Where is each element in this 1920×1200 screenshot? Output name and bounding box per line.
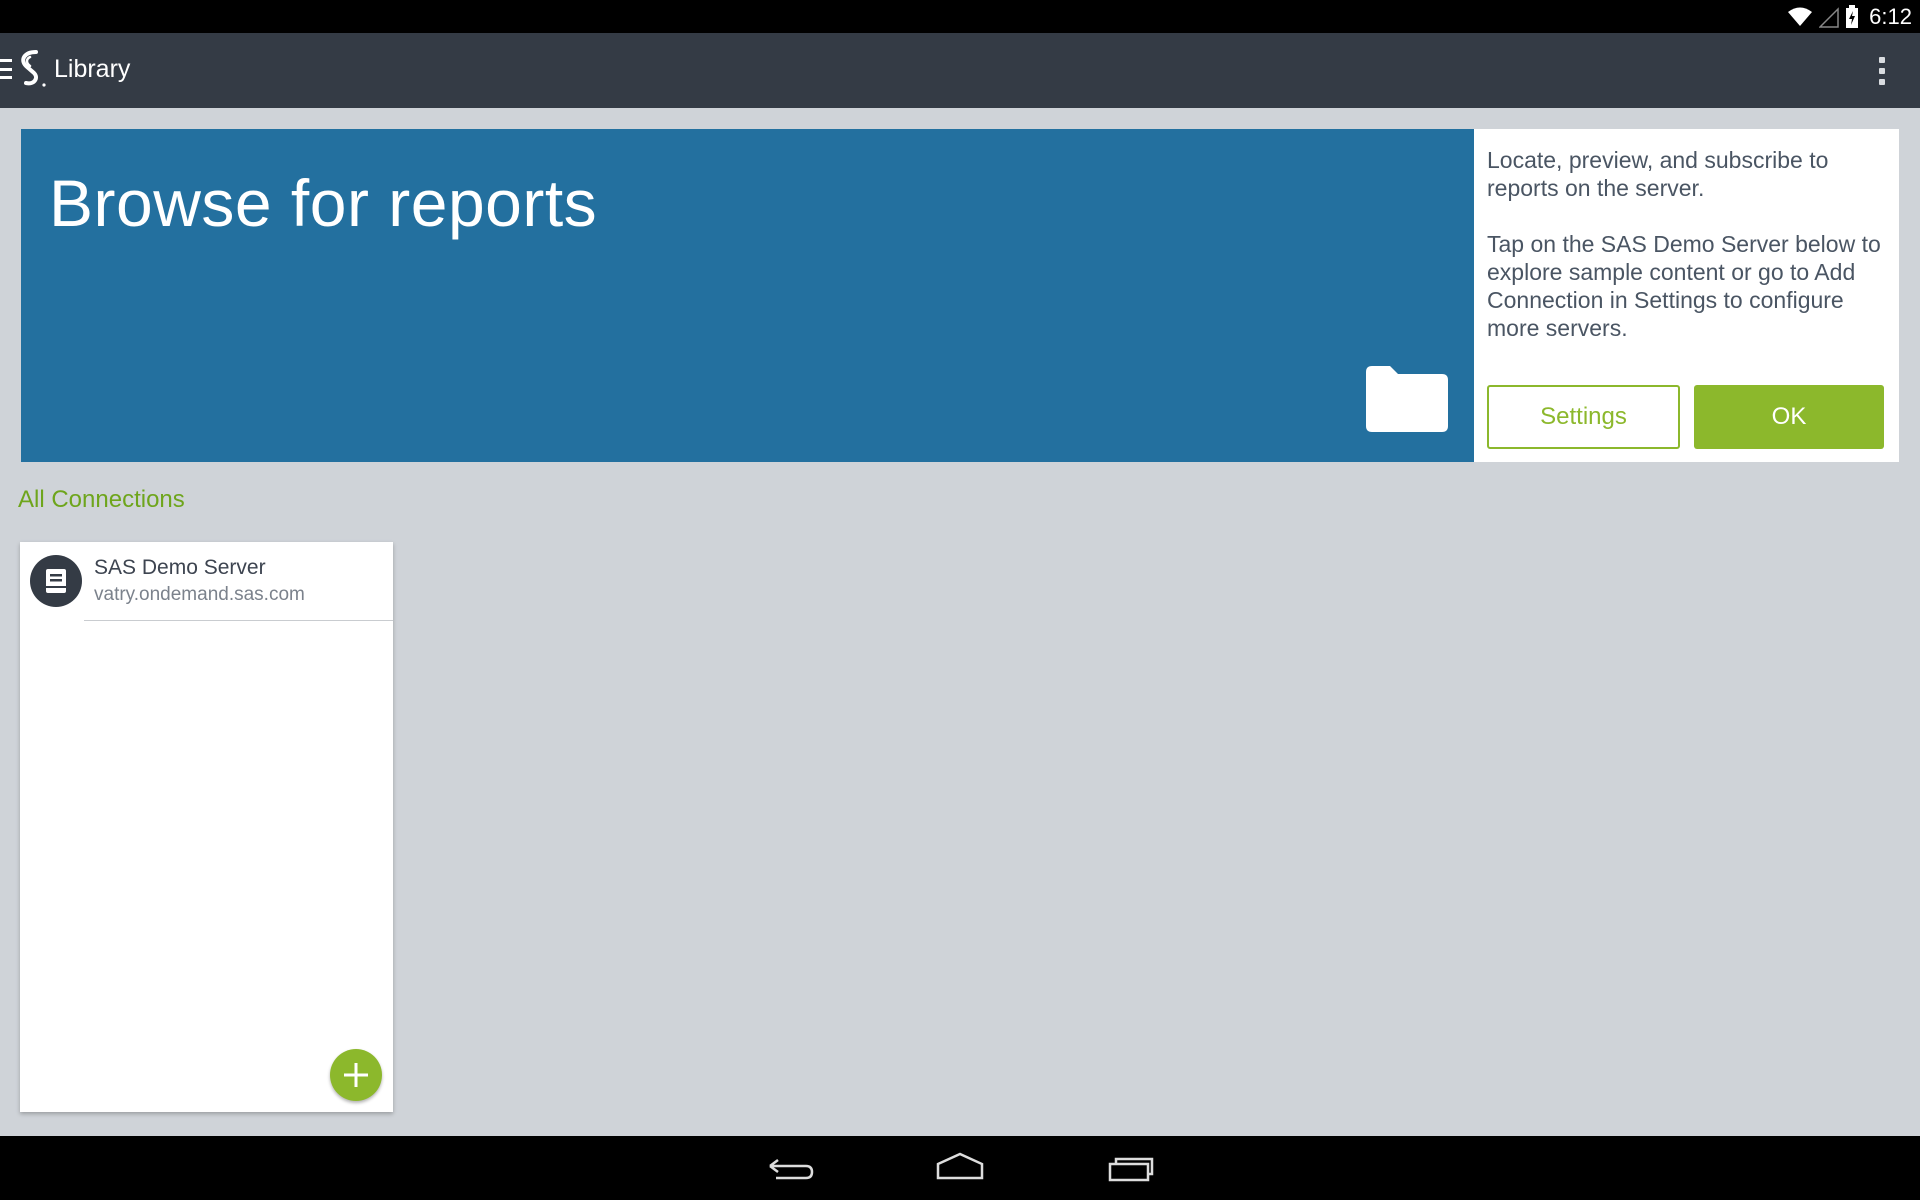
app-bar: Library [0, 33, 1920, 108]
server-host: vatry.ondemand.sas.com [94, 584, 305, 605]
add-icon [344, 1063, 368, 1087]
server-icon [30, 555, 82, 607]
recents-icon[interactable] [1100, 1150, 1160, 1186]
battery-icon [1846, 4, 1859, 28]
ok-button[interactable]: OK [1694, 385, 1884, 449]
info-panel: Locate, preview, and subscribe to report… [1474, 129, 1899, 462]
wifi-icon [1788, 7, 1813, 26]
list-item[interactable]: SAS Demo Server vatry.ondemand.sas.com [20, 542, 393, 622]
info-paragraph-2: Tap on the SAS Demo Server below to expl… [1487, 231, 1881, 341]
app-title: Library [54, 55, 131, 83]
menu-icon[interactable] [0, 57, 14, 81]
hero-title: Browse for reports [49, 166, 598, 240]
info-text: Locate, preview, and subscribe to report… [1487, 146, 1887, 342]
connections-card: SAS Demo Server vatry.ondemand.sas.com [20, 542, 393, 1112]
home-icon[interactable] [930, 1150, 990, 1186]
status-icons: 6:12 [1787, 0, 1912, 33]
info-paragraph-1: Locate, preview, and subscribe to report… [1487, 147, 1829, 201]
folder-icon [1366, 366, 1448, 432]
back-icon[interactable] [760, 1150, 820, 1186]
all-connections-title: All Connections [18, 486, 185, 513]
settings-button[interactable]: Settings [1487, 385, 1680, 449]
divider [84, 620, 393, 621]
add-connection-button[interactable] [330, 1049, 382, 1101]
signal-icon [1819, 6, 1839, 28]
status-bar: 6:12 [0, 0, 1920, 33]
navigation-bar [0, 1136, 1920, 1200]
overflow-menu-icon[interactable] [1872, 53, 1892, 89]
browse-reports-banner: Browse for reports [21, 129, 1474, 462]
server-name: SAS Demo Server [94, 556, 266, 579]
sas-logo-icon[interactable] [14, 49, 48, 89]
status-time: 6:12 [1869, 3, 1912, 29]
